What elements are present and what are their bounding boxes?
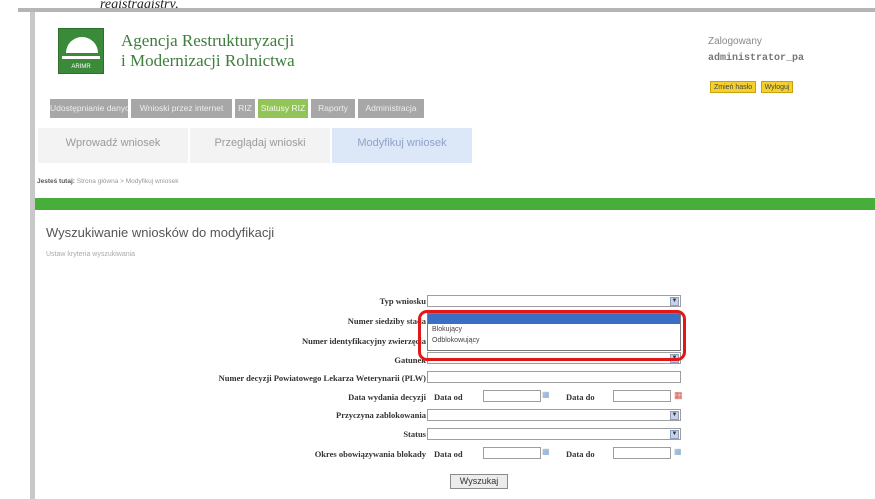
menu-item-administracja[interactable]: Administracja [358,99,424,118]
menu-item-raporty[interactable]: Raporty [311,99,355,118]
username: administrator_pa [708,53,805,64]
label-status: Status [403,429,426,439]
label-typ-wniosku: Typ wniosku [379,296,426,306]
chevron-down-icon[interactable]: ▼ [670,430,679,439]
highlight-annotation [418,310,686,361]
calendar-icon[interactable]: ▦ [542,447,550,456]
label-okres-data-od: Data od [434,449,463,459]
chevron-down-icon[interactable]: ▼ [670,297,679,306]
label-numer-zwierzecia: Numer identyfikacyjny zwierzęcia [301,336,426,346]
okres-do-input[interactable] [613,447,671,459]
tab-modyfikuj-wniosek[interactable]: Modyfikuj wniosek [332,128,472,163]
label-okres-data-do: Data do [566,449,595,459]
label-data-do: Data do [566,392,595,402]
logo-text: ARIMR [71,64,91,70]
menu-item-wnioski-internet[interactable]: Wnioski przez internet [131,99,232,118]
tab-wprowadz-wniosek[interactable]: Wprowadź wniosek [38,128,188,163]
label-data-od: Data od [434,392,463,402]
user-box: Zalogowany administrator_pa [708,36,804,64]
menu-item-riz[interactable]: RIZ [235,99,255,118]
menu-item-statusy-riz[interactable]: Statusy RIZ [258,99,308,118]
page-title: Wyszukiwanie wniosków do modyfikacji [46,225,275,240]
secondary-menu: Wprowadź wniosek Przeglądaj wnioski Mody… [38,128,818,163]
breadcrumb-label: Jesteś tutaj: [37,178,75,185]
label-numer-siedziby: Numer siedziby stada [347,316,426,326]
green-divider [35,198,875,210]
clear-date-icon[interactable]: ▦ [674,390,683,401]
numer-decyzji-input[interactable] [427,371,681,383]
calendar-icon[interactable]: ▦ [674,447,682,456]
agency-name: Agencja Restrukturyzacji i Modernizacji … [121,31,295,71]
status-select[interactable]: ▼ [427,428,681,440]
data-wydania-do-input[interactable] [613,390,671,402]
label-numer-decyzji: Numer decyzji Powiatowego Lekarza Wetery… [218,373,426,383]
agency-name-line2: i Modernizacji Rolnictwa [121,51,295,70]
logo-dome-icon [66,37,98,53]
change-password-button[interactable]: Zmień hasło [710,81,757,93]
label-data-wydania: Data wydania decyzji [348,392,426,402]
label-okres: Okres obowiązywania blokady [314,449,426,459]
agency-name-line1: Agencja Restrukturyzacji [121,31,295,50]
okres-od-input[interactable] [483,447,541,459]
breadcrumb: Jesteś tutaj: Strona główna > Modyfikuj … [37,178,178,185]
search-button[interactable]: Wyszukaj [450,474,508,489]
breadcrumb-path[interactable]: Strona główna > Modyfikuj wniosek [77,178,179,185]
user-buttons: Zmień hasło Wyloguj [710,76,794,94]
tab-przegladaj-wnioski[interactable]: Przeglądaj wnioski [190,128,330,163]
data-wydania-od-input[interactable] [483,390,541,402]
przyczyna-select[interactable]: ▼ [427,409,681,421]
typ-wniosku-select[interactable]: ▼ [427,295,681,307]
logout-button[interactable]: Wyloguj [760,81,794,93]
chevron-down-icon[interactable]: ▼ [670,411,679,420]
logged-in-label: Zalogowany [708,36,762,47]
label-przyczyna: Przyczyna zablokowania [336,410,426,420]
page-subtitle: Ustaw kryteria wyszukiwania [46,251,136,258]
agency-logo: ARIMR [58,28,104,74]
menu-item-udostepnianie[interactable]: Udostępnianie danych [50,99,128,118]
calendar-icon[interactable]: ▦ [542,390,550,399]
